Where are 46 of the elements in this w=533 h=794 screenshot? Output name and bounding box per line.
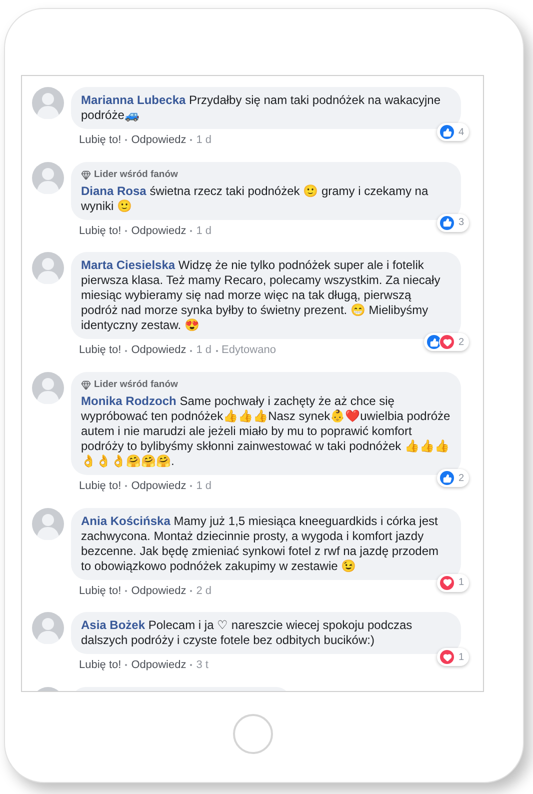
- action-link[interactable]: Lubię to!: [79, 478, 122, 494]
- action-link[interactable]: Lubię to!: [79, 342, 122, 359]
- comment-meta: 2 d: [196, 584, 212, 598]
- avatar-icon: [32, 508, 64, 540]
- diamond-icon: [81, 380, 91, 390]
- fan-label: Lider wśród fanów: [94, 168, 178, 182]
- action-link[interactable]: Odpowiedz: [131, 478, 186, 494]
- avatar-icon: [32, 612, 64, 644]
- comment-meta: 1 d: [196, 343, 212, 358]
- author-link[interactable]: Diana Rosa: [81, 184, 146, 198]
- fan-label: Lider wśród fanów: [94, 378, 178, 392]
- diamond-icon: [81, 170, 91, 180]
- avatar-icon: [32, 372, 64, 404]
- author-link[interactable]: Marta Ciesielska: [81, 258, 176, 272]
- action-link[interactable]: Odpowiedz: [131, 657, 186, 674]
- avatar-icon: [32, 252, 64, 284]
- like-icon: [439, 124, 456, 140]
- comment-meta: 1 d: [196, 133, 212, 148]
- home-button[interactable]: [232, 714, 272, 754]
- comment-meta: Edytowano: [222, 343, 276, 358]
- action-link[interactable]: Odpowiedz: [131, 222, 186, 240]
- comment-text: Asia Bożek Polecam i ja ♡ nareszcie wiecej spokoju podczas dalszych podróży i czyste fotele bez odbitych bucików:): [81, 618, 414, 648]
- action-link[interactable]: Odpowiedz: [131, 132, 186, 148]
- comment-meta: 1 d: [196, 479, 212, 494]
- comment-text: Monika Rodzoch Same pochwały i zachęty że aż chce się wypróbować ten podnóżek👍👍👍Nasz synek👶❤uwielbia podróże autem i nie marudzi ale jeżeli miało by mu to poprawić komfort podróży to bylibyśmy skłonni zainwestować w taki podnóżek 👍👍👍👌👌👌🤗🤗🤗.: [81, 394, 451, 469]
- like-icon: [439, 214, 456, 231]
- author-link[interactable]: Monika Rodzoch: [81, 394, 176, 408]
- avatar-icon: [32, 162, 64, 194]
- comment-meta: 1 d: [196, 224, 212, 239]
- action-link[interactable]: Lubię to!: [79, 657, 122, 674]
- author-link[interactable]: Marianna Lubecka: [81, 93, 186, 107]
- comment-text: Marta Ciesielska Widzę że nie tylko podnóżek super ale i fotelik pierwsza klasa. Też mamy Recaro, polecamy wszystkim. Za niecały miesiąc wybieramy się nad morze więc na tak długą, pierwszą podróż nad morze synka byłby to świetny prezent. 😁 Mielibyśmy identyczny zestaw. 😍: [81, 258, 442, 334]
- action-link[interactable]: Lubię to!: [79, 132, 122, 148]
- action-link[interactable]: Lubię to!: [79, 222, 122, 240]
- author-link[interactable]: Ania Kościńska: [81, 514, 170, 528]
- action-link[interactable]: Odpowiedz: [131, 582, 186, 599]
- action-link[interactable]: Odpowiedz: [131, 342, 186, 359]
- like-icon: [439, 470, 456, 486]
- like-icon: [426, 334, 442, 350]
- comment-text: Diana Rosa świetna rzecz taki podnóżek 🙂 gramy i czekamy na wyniki 🙂: [81, 184, 430, 214]
- comment-meta: 3 t: [196, 658, 208, 673]
- action-link[interactable]: Lubię to!: [79, 582, 122, 599]
- avatar-icon: [32, 87, 64, 119]
- author-link[interactable]: Asia Bożek: [81, 618, 146, 632]
- comment-text: Ania Kościńska Mamy już 1,5 miesiąca kneeguardkids i córka jest zachwycona. Montaż dziecinnie prosty, a wygoda i komfort jazdy bezcenne. Jak będę zmieniać synkowi fotel z rwf na jazdę przodem to obowiązkowo podnóżek zakupimy w zestawie 😉: [81, 514, 440, 574]
- comment-text: Marianna Lubecka Przydałby się nam taki podnóżek na wakacyjne podróże🚙: [81, 93, 442, 123]
